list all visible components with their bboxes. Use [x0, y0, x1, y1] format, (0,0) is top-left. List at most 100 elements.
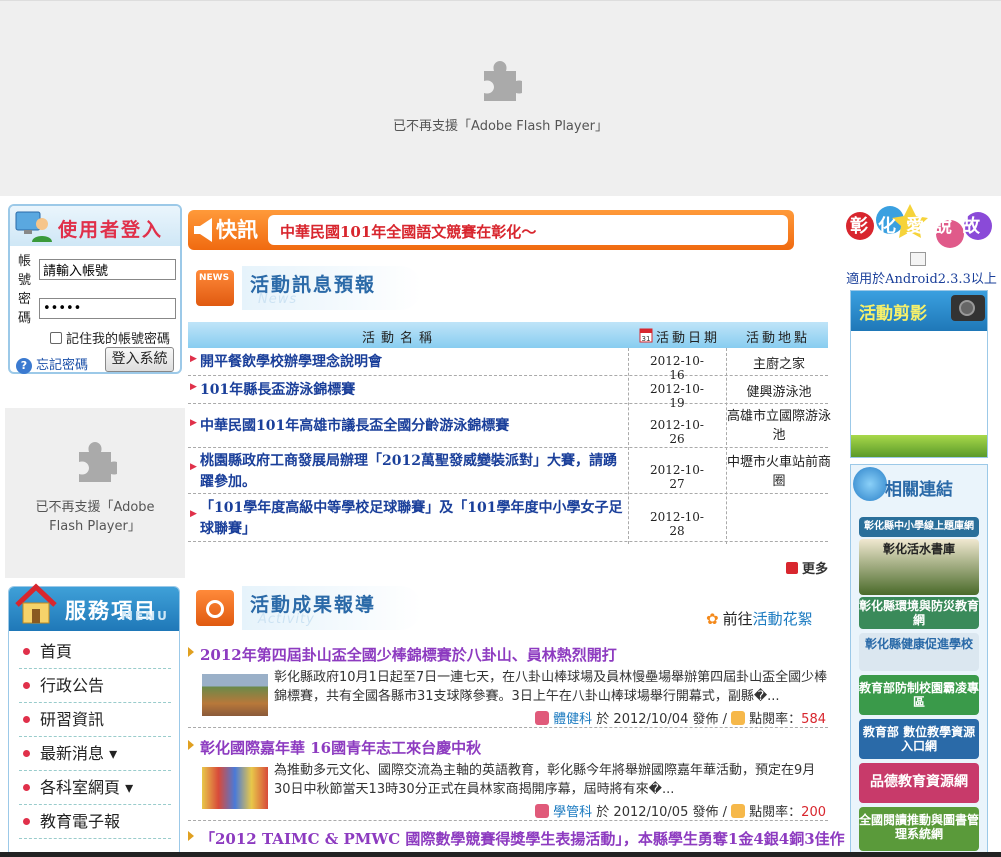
account-input[interactable]	[39, 259, 176, 280]
activity-item: 2012年第四屆卦山盃全國少棒錦標賽於八卦山、員林熱烈開打 彰化縣政府10月1日…	[188, 644, 828, 728]
news-icon: NEWS	[196, 270, 234, 306]
arrow-icon	[188, 831, 194, 841]
activity-section-header: 活動成果報導 Activity	[192, 586, 442, 632]
activity-description: 為推動多元文化、國際交流為主軸的英語教育，彰化縣今年將舉辦國際嘉年華活動，預定在…	[274, 763, 816, 797]
news-section-subtitle: News	[258, 292, 298, 307]
login-title: 使用者登入	[58, 219, 164, 241]
hits-label: 點閱率：	[749, 712, 802, 727]
bullet-icon	[23, 682, 30, 689]
activity-thumbnail[interactable]	[202, 674, 268, 716]
bullet-icon	[23, 750, 30, 757]
flash-news-headline[interactable]: 中華民國101年全國語文競賽在彰化～	[280, 221, 536, 242]
remember-me-label: 記住我的帳號密碼	[66, 332, 171, 347]
password-label: 密碼	[18, 292, 32, 326]
flash-banner-placeholder: 已不再支援「Adobe Flash Player」	[0, 0, 1001, 196]
activity-title[interactable]: 「2012 TAIMC & PMWC 國際數學競賽得獎學生表揚活動」，本縣學生勇…	[200, 828, 845, 849]
activity-date: 2012/10/05	[613, 805, 689, 820]
arrow-icon	[188, 647, 194, 657]
activity-author[interactable]: 學管科	[553, 805, 592, 820]
goto-gallery: ✿ 前往活動花絮	[706, 608, 813, 629]
link-banner[interactable]: 教育部防制校園霸凌專區	[859, 675, 979, 715]
flash-unsupported-message-line1: 已不再支援「Adobe	[35, 500, 155, 515]
flash-news-tag: 快訊	[216, 217, 258, 242]
menu-item-label[interactable]: 各科室網頁 ▾	[40, 778, 133, 797]
hits-count: 584	[801, 712, 826, 727]
checkbox-icon[interactable]	[50, 332, 62, 344]
service-subtitle: MENU	[121, 609, 169, 623]
menu-item-label[interactable]: 首頁	[40, 642, 72, 661]
activity-meta: 體健科 於 2012/10/04 發佈 / 點閱率：584	[535, 708, 826, 727]
photo-header: 活動剪影	[851, 291, 987, 331]
bullet-icon	[23, 716, 30, 723]
remember-me-checkbox[interactable]: 記住我的帳號密碼	[50, 328, 170, 347]
meta-on: 於	[596, 805, 610, 820]
right-column: 彰化愛說故 適用於Android2.3.3以上 活動剪影 相關連結 彰化縣中小學…	[842, 196, 1001, 857]
gallery-link[interactable]: 活動花絮	[753, 610, 813, 628]
news-date: 2012-10-28	[650, 510, 704, 538]
link-banner[interactable]: 彰化縣健康促進學校	[859, 633, 979, 671]
menu-item-label[interactable]: 教育電子報	[40, 812, 120, 831]
news-section-header: NEWS 活動訊息預報 News	[192, 266, 442, 312]
login-panel: 使用者登入 帳號 密碼 記住我的帳號密碼 ? 忘記密碼 登入系統	[8, 204, 182, 374]
arrow-icon: ▶	[190, 382, 197, 392]
left-column: 使用者登入 帳號 密碼 記住我的帳號密碼 ? 忘記密碼 登入系統 已不再支援「Ad…	[0, 196, 186, 857]
link-banner[interactable]: 全國閱讀推動與圖書管理系統網	[859, 807, 979, 851]
author-icon	[535, 804, 550, 818]
more-label[interactable]: 更多	[802, 562, 828, 577]
header-activity-name: 活動名稱	[362, 331, 439, 346]
forgot-password-link[interactable]: ? 忘記密碼	[16, 354, 88, 374]
menu-item-announcements[interactable]: 行政公告	[19, 669, 171, 703]
globe-icon	[853, 467, 887, 501]
menu-item-label[interactable]: 最新消息 ▾	[40, 744, 117, 763]
news-title[interactable]: 「101學年度高級中等學校足球聯賽」及「101學年度中小學女子足球聯賽」	[200, 498, 630, 540]
flash-unsupported-message-line2: Flash Player」	[49, 519, 141, 534]
news-title[interactable]: 中華民國101年高雄市議長盃全國分齡游泳錦標賽	[200, 416, 630, 437]
links-header: 相關連結	[851, 465, 987, 509]
menu-item-home[interactable]: 首頁	[19, 635, 171, 669]
bullet-icon	[23, 784, 30, 791]
menu-item-label[interactable]: 行政公告	[40, 676, 104, 695]
storytelling-logo-text: 彰化愛說故	[850, 216, 990, 237]
link-banner[interactable]: 彰化縣環境與防災教育網	[859, 597, 979, 629]
activity-title[interactable]: 彰化國際嘉年華 16國青年志工來台慶中秋	[200, 737, 481, 758]
activity-title[interactable]: 2012年第四屆卦山盃全國少棒錦標賽於八卦山、員林熱烈開打	[200, 644, 617, 665]
news-row: ▶ 開平餐飲學校辦學理念說明會 2012-10-16 主廚之家	[188, 348, 828, 382]
header-activity-date: 活動日期	[656, 331, 721, 346]
menu-item-label[interactable]: 研習資訊	[40, 710, 104, 729]
activity-thumbnail[interactable]	[202, 767, 268, 809]
news-date: 2012-10-27	[650, 463, 704, 491]
news-row: ▶ 「101學年度高級中等學校足球聯賽」及「101學年度中小學女子足球聯賽」 2…	[188, 494, 828, 542]
hand-pointer-icon	[731, 804, 746, 818]
menu-item-training[interactable]: 研習資訊	[19, 703, 171, 737]
storytelling-logo[interactable]: 彰化愛說故	[844, 198, 994, 254]
android-link[interactable]: 適用於Android2.3.3以上	[842, 268, 1001, 287]
news-table-header: 活動名稱 31 活動日期 活動地點	[188, 322, 828, 348]
flash-side-placeholder: 已不再支援「Adobe Flash Player」	[5, 408, 185, 578]
flash-unsupported-message: 已不再支援「Adobe Flash Player」	[393, 119, 608, 134]
goto-prefix: 前往	[722, 610, 753, 628]
activity-author[interactable]: 體健科	[553, 712, 592, 727]
menu-item-newsletter[interactable]: 教育電子報	[19, 805, 171, 839]
news-title[interactable]: 開平餐飲學校辦學理念說明會	[200, 352, 630, 373]
link-banner[interactable]: 彰化活水書庫	[859, 539, 979, 595]
activity-date: 2012/10/04	[613, 712, 689, 727]
news-date: 2012-10-26	[650, 418, 704, 446]
news-title[interactable]: 桃園縣政府工商發展局辦理「2012萬聖發威變裝派對」大賽，請踴躍參加。	[200, 451, 630, 493]
link-banner[interactable]: 彰化縣中小學線上題庫網	[859, 517, 979, 537]
more-news-link[interactable]: 更多	[786, 558, 828, 577]
plugin-puzzle-icon	[79, 442, 117, 482]
forgot-password-label[interactable]: 忘記密碼	[36, 358, 88, 373]
author-icon	[535, 711, 550, 725]
home-icon	[15, 583, 57, 624]
menu-item-news[interactable]: 最新消息 ▾	[19, 737, 171, 771]
link-banner[interactable]: 教育部 數位教學資源入口網	[859, 719, 979, 759]
password-input[interactable]	[39, 298, 176, 319]
news-place: 高雄市立國際游泳池	[726, 409, 831, 443]
plugin-puzzle-icon	[484, 61, 522, 101]
menu-item-departments[interactable]: 各科室網頁 ▾	[19, 771, 171, 805]
bottom-scroll-edge	[0, 852, 1001, 857]
link-banner[interactable]: 品德教育資源網	[859, 763, 979, 803]
news-title[interactable]: 101年縣長盃游泳錦標賽	[200, 380, 630, 401]
photo-title: 活動剪影	[859, 304, 927, 324]
login-button[interactable]: 登入系統	[105, 347, 174, 372]
